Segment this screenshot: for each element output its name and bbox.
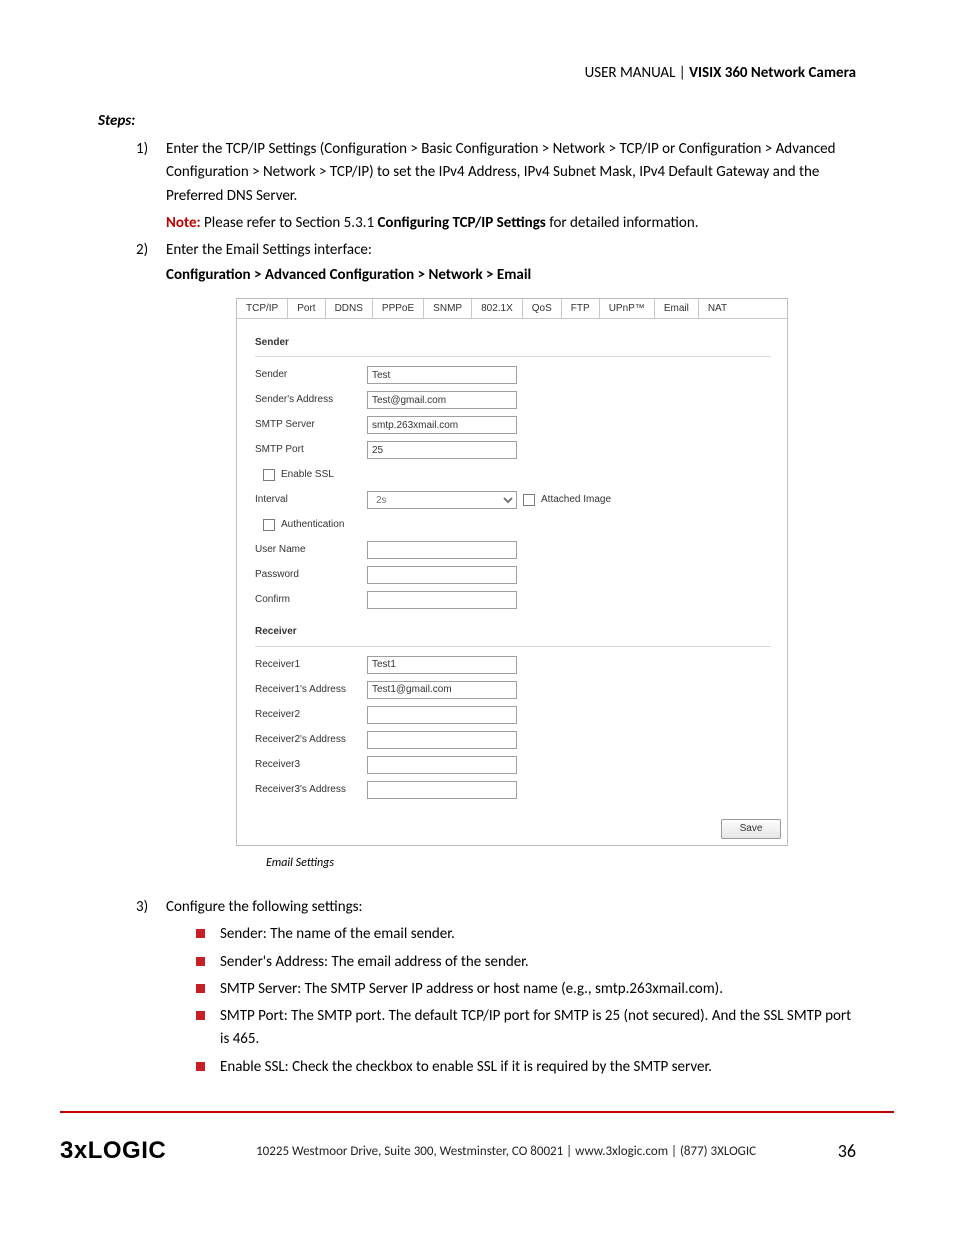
step-1-note: Note: Please refer to Section 5.3.1 Conf… <box>166 212 856 235</box>
r3a-label: Receiver3's Address <box>255 782 367 798</box>
figure-caption: Email Settings <box>266 854 856 873</box>
save-bar: Save <box>237 811 787 845</box>
tab-pppoe[interactable]: PPPoE <box>373 299 424 318</box>
sender-addr-input[interactable] <box>367 391 517 409</box>
square-bullet-icon <box>196 1011 205 1020</box>
note-label: Note: <box>166 214 201 232</box>
enable-ssl-checkbox[interactable] <box>263 469 275 481</box>
interval-select[interactable]: 2s <box>367 491 517 509</box>
square-bullet-icon <box>196 1062 205 1071</box>
auth-label: Authentication <box>281 517 344 533</box>
step-1-num: 1) <box>136 138 148 161</box>
note-bold: Configuring TCP/IP Settings <box>377 214 545 232</box>
tab-qos[interactable]: QoS <box>523 299 562 318</box>
tab-email[interactable]: Email <box>655 299 699 318</box>
attached-image-label: Attached Image <box>541 492 611 508</box>
header-bold: VISIX 360 Network Camera <box>689 64 856 82</box>
step-3-text: Configure the following settings: <box>166 898 363 916</box>
note-rest: Please refer to Section 5.3.1 <box>201 214 378 232</box>
form-body: Sender Sender Sender's Address SMTP Serv… <box>237 319 787 807</box>
r2-label: Receiver2 <box>255 707 367 723</box>
r1-label: Receiver1 <box>255 657 367 673</box>
smtp-server-input[interactable] <box>367 416 517 434</box>
bullet-senderaddr: Sender's Address: The email address of t… <box>196 951 856 974</box>
step-2-text: Enter the Email Settings interface: <box>166 241 372 259</box>
footer-address: 10225 Westmoor Drive, Suite 300, Westmin… <box>166 1144 826 1159</box>
tab-snmp[interactable]: SNMP <box>424 299 472 318</box>
auth-checkbox[interactable] <box>263 519 275 531</box>
r1a-input[interactable] <box>367 681 517 699</box>
smtp-server-label: SMTP Server <box>255 417 367 433</box>
tab-tcpip[interactable]: TCP/IP <box>237 299 288 318</box>
tab-port[interactable]: Port <box>288 299 325 318</box>
footer-rule <box>60 1111 894 1113</box>
bullet-smtpserver: SMTP Server: The SMTP Server IP address … <box>196 978 856 1001</box>
tab-bar: TCP/IP Port DDNS PPPoE SNMP 802.1X QoS F… <box>237 299 787 319</box>
sender-label: Sender <box>255 367 367 383</box>
step-1-text: Enter the TCP/IP Settings (Configuration… <box>166 140 836 205</box>
r1-input[interactable] <box>367 656 517 674</box>
logo: 3xLOGIC <box>60 1137 166 1165</box>
tab-ftp[interactable]: FTP <box>562 299 600 318</box>
confirm-input[interactable] <box>367 591 517 609</box>
username-label: User Name <box>255 542 367 558</box>
r2-input[interactable] <box>367 706 517 724</box>
enable-ssl-label: Enable SSL <box>281 467 334 483</box>
receiver-section: Receiver <box>255 624 771 647</box>
sender-section: Sender <box>255 335 771 358</box>
square-bullet-icon <box>196 929 205 938</box>
step-3-num: 3) <box>136 896 148 919</box>
bullet-sender: Sender: The name of the email sender. <box>196 923 856 946</box>
bullet-smtpport: SMTP Port: The SMTP port. The default TC… <box>196 1005 856 1052</box>
note-tail: for detailed information. <box>546 214 699 232</box>
confirm-label: Confirm <box>255 592 367 608</box>
r3a-input[interactable] <box>367 781 517 799</box>
step-2: 2) Enter the Email Settings interface: C… <box>136 239 856 872</box>
page-header: USER MANUAL | VISIX 360 Network Camera <box>98 64 856 82</box>
page-number: 36 <box>826 1140 856 1162</box>
tab-nat[interactable]: NAT <box>699 299 736 318</box>
breadcrumb: Configuration > Advanced Configuration >… <box>166 264 856 287</box>
r3-label: Receiver3 <box>255 757 367 773</box>
tab-8021x[interactable]: 802.1X <box>472 299 523 318</box>
footer: 3xLOGIC 10225 Westmoor Drive, Suite 300,… <box>60 1137 856 1165</box>
steps-list: 1) Enter the TCP/IP Settings (Configurat… <box>98 138 856 1079</box>
steps-heading: Steps: <box>98 112 856 130</box>
bullet-enablessl: Enable SSL: Check the checkbox to enable… <box>196 1056 856 1079</box>
step-3: 3) Configure the following settings: Sen… <box>136 896 856 1079</box>
username-input[interactable] <box>367 541 517 559</box>
r1a-label: Receiver1's Address <box>255 682 367 698</box>
attached-image-checkbox[interactable] <box>523 494 535 506</box>
smtp-port-input[interactable] <box>367 441 517 459</box>
r2a-label: Receiver2's Address <box>255 732 367 748</box>
step-2-num: 2) <box>136 239 148 262</box>
square-bullet-icon <box>196 957 205 966</box>
r2a-input[interactable] <box>367 731 517 749</box>
screenshot-wrap: TCP/IP Port DDNS PPPoE SNMP 802.1X QoS F… <box>236 298 856 846</box>
header-thin: USER MANUAL | <box>585 64 690 82</box>
page: USER MANUAL | VISIX 360 Network Camera S… <box>0 0 954 1235</box>
sender-input[interactable] <box>367 366 517 384</box>
tab-ddns[interactable]: DDNS <box>326 299 373 318</box>
save-button[interactable]: Save <box>721 819 781 839</box>
interval-label: Interval <box>255 492 367 508</box>
sender-addr-label: Sender's Address <box>255 392 367 408</box>
email-settings-panel: TCP/IP Port DDNS PPPoE SNMP 802.1X QoS F… <box>236 298 788 846</box>
tab-upnp[interactable]: UPnP™ <box>600 299 655 318</box>
password-label: Password <box>255 567 367 583</box>
r3-input[interactable] <box>367 756 517 774</box>
password-input[interactable] <box>367 566 517 584</box>
smtp-port-label: SMTP Port <box>255 442 367 458</box>
square-bullet-icon <box>196 984 205 993</box>
step-1: 1) Enter the TCP/IP Settings (Configurat… <box>136 138 856 235</box>
bullet-list: Sender: The name of the email sender. Se… <box>166 923 856 1079</box>
